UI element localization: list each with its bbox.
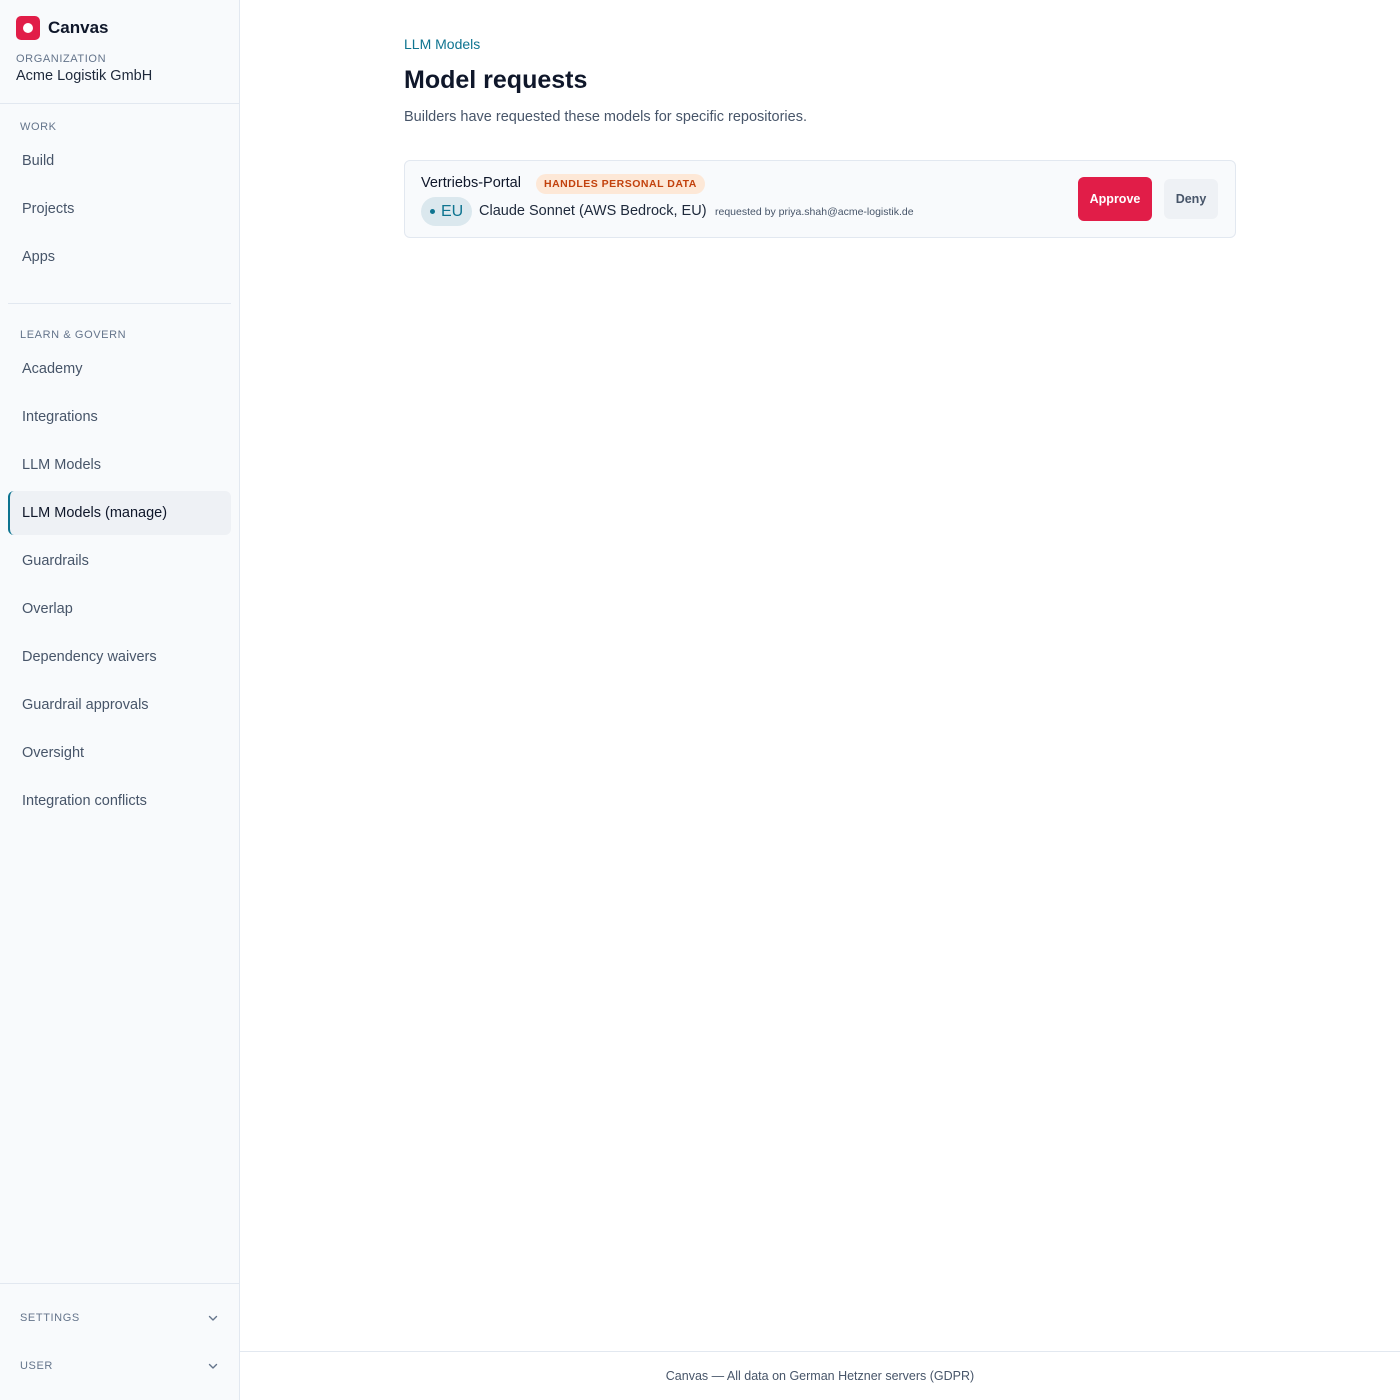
- sidebar-item-integration-conflicts[interactable]: Integration conflicts: [8, 779, 231, 823]
- user-label: USER: [20, 1360, 53, 1372]
- brand[interactable]: Canvas: [16, 16, 108, 40]
- requested-by: requested by priya.shah@acme-logistik.de: [715, 206, 914, 218]
- region-label: EU: [441, 202, 464, 220]
- sidebar-item-llm-models-manage[interactable]: LLM Models (manage): [8, 491, 231, 535]
- section-label-work: WORK: [20, 121, 57, 133]
- sidebar-item-academy[interactable]: Academy: [8, 347, 231, 391]
- divider: [0, 1283, 239, 1284]
- sidebar-item-guardrail-approvals[interactable]: Guardrail approvals: [8, 683, 231, 727]
- brand-name: Canvas: [48, 18, 109, 37]
- sidebar: Canvas ORGANIZATION Acme Logistik GmbH W…: [0, 0, 240, 1400]
- approve-button[interactable]: Approve: [1078, 177, 1152, 221]
- divider: [0, 103, 239, 104]
- settings-toggle[interactable]: SETTINGS: [0, 1302, 239, 1334]
- settings-label: SETTINGS: [20, 1312, 80, 1324]
- sidebar-item-guardrails[interactable]: Guardrails: [8, 539, 231, 583]
- page-title: Model requests: [404, 66, 588, 94]
- sidebar-item-build[interactable]: Build: [8, 139, 231, 183]
- personal-data-badge: HANDLES PERSONAL DATA: [536, 174, 705, 194]
- breadcrumb-llm-models[interactable]: LLM Models: [404, 36, 480, 52]
- user-toggle[interactable]: USER: [0, 1350, 239, 1382]
- section-label-learn-govern: LEARN & GOVERN: [20, 329, 127, 341]
- region-dot-icon: [430, 209, 435, 214]
- sidebar-item-projects[interactable]: Projects: [8, 187, 231, 231]
- model-name: Claude Sonnet (AWS Bedrock, EU): [479, 203, 707, 219]
- chevron-down-icon: [208, 1315, 218, 1321]
- sidebar-item-llm-models[interactable]: LLM Models: [8, 443, 231, 487]
- canvas-logo-icon: [16, 16, 40, 40]
- footer: Canvas — All data on German Hetzner serv…: [240, 1351, 1400, 1400]
- sidebar-item-oversight[interactable]: Oversight: [8, 731, 231, 775]
- organization-label: ORGANIZATION: [16, 53, 107, 65]
- region-badge: EU: [421, 197, 473, 226]
- organization-name[interactable]: Acme Logistik GmbH: [16, 68, 152, 84]
- footer-text: Canvas — All data on German Hetzner serv…: [665, 1369, 975, 1383]
- sidebar-item-apps[interactable]: Apps: [8, 235, 231, 279]
- repository-name: Vertriebs-Portal: [421, 175, 521, 191]
- main-content: LLM Models Model requests Builders have …: [240, 0, 1400, 1400]
- divider: [8, 303, 231, 304]
- model-request-card: Vertriebs-Portal HANDLES PERSONAL DATA E…: [404, 160, 1236, 238]
- chevron-down-icon: [208, 1363, 218, 1369]
- page-description: Builders have requested these models for…: [404, 109, 807, 125]
- sidebar-item-overlap[interactable]: Overlap: [8, 587, 231, 631]
- deny-button[interactable]: Deny: [1164, 179, 1218, 219]
- sidebar-item-dependency-waivers[interactable]: Dependency waivers: [8, 635, 231, 679]
- sidebar-item-integrations[interactable]: Integrations: [8, 395, 231, 439]
